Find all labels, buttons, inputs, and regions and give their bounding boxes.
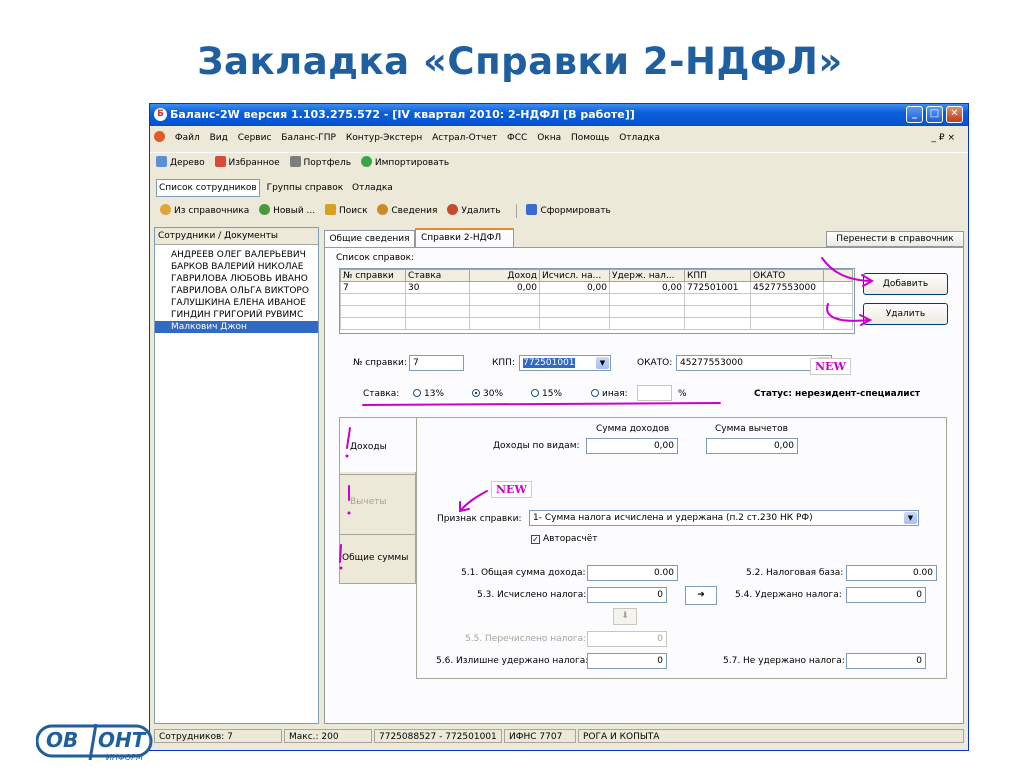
new-badge-sign: NEW — [491, 481, 532, 498]
logo-text-left: ОВ — [46, 728, 79, 752]
annotation-overlay — [339, 257, 874, 570]
excl-dot-annotation — [339, 566, 343, 570]
excl-totals-annotation — [339, 544, 342, 563]
rate-underline-annotation — [362, 402, 721, 406]
excl-dot-annotation — [345, 454, 349, 458]
arrow-to-add-annotation — [821, 257, 871, 282]
excl-income-annotation — [346, 427, 351, 449]
excl-dot-annotation — [347, 511, 351, 515]
company-logo: ОВ ОНТ ИНФОРМ — [35, 722, 156, 770]
arrow-to-sign-annotation — [460, 490, 488, 511]
new-badge-okato: NEW — [810, 358, 851, 375]
logo-subtext: ИНФОРМ — [106, 753, 143, 762]
arrow-to-delete-annotation — [826, 303, 869, 322]
logo-text-right: ОНТ — [98, 728, 146, 752]
